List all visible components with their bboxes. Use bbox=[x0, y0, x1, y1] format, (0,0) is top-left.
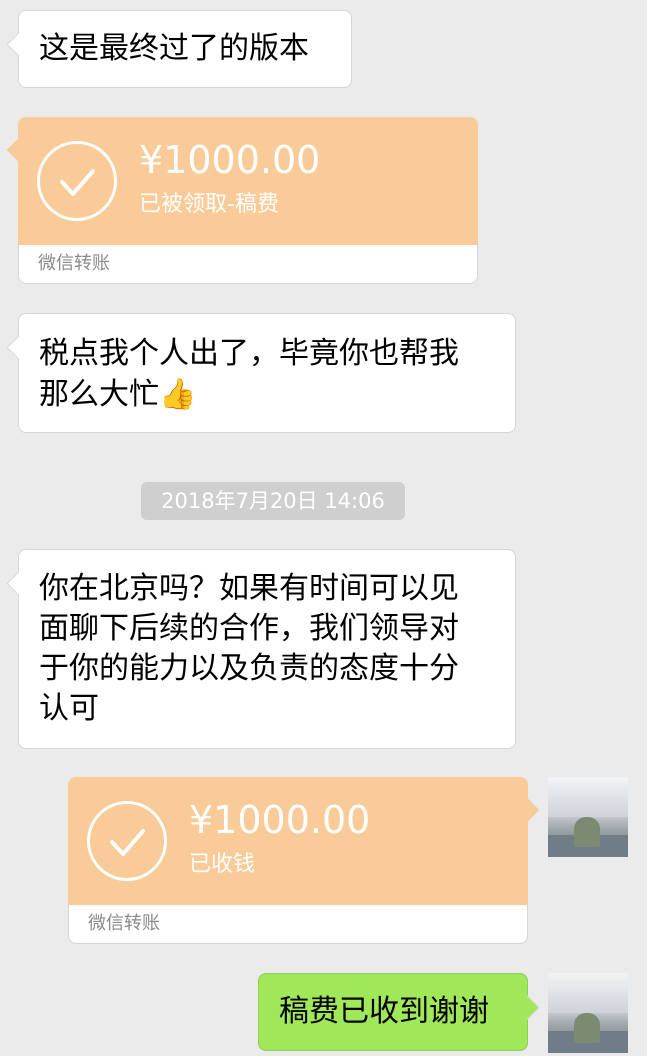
transfer-card[interactable]: ¥1000.00 已被领取-稿费 微信转账 bbox=[6, 117, 478, 284]
chat-area: 这是最终过了的版本 ¥1000.00 已被领取-稿费 微信转账 税点我个人出了，… bbox=[0, 0, 647, 1056]
received-message-bubble[interactable]: 你在北京吗？如果有时间可以见 面聊下后续的合作，我们领导对 于你的能力以及负责的… bbox=[18, 549, 516, 749]
sent-message-bubble[interactable]: 稿费已收到谢谢 bbox=[258, 973, 528, 1051]
transfer-card[interactable]: ¥1000.00 已收钱 微信转账 bbox=[68, 777, 540, 944]
transfer-amount: ¥1000.00 bbox=[189, 798, 371, 842]
transfer-footer: 微信转账 bbox=[68, 905, 528, 944]
message-text: 那么大忙 bbox=[39, 377, 159, 412]
message-line: 认可 bbox=[39, 691, 99, 726]
message-text: 这是最终过了的版本 bbox=[39, 31, 309, 66]
check-circle-icon bbox=[87, 801, 167, 881]
transfer-status: 已收钱 bbox=[189, 852, 256, 877]
thumbs-up-icon: 👍 bbox=[159, 377, 197, 412]
received-message-bubble[interactable]: 税点我个人出了，毕竟你也帮我 那么大忙👍 bbox=[18, 313, 516, 433]
transfer-card-header: ¥1000.00 已被领取-稿费 bbox=[18, 117, 478, 245]
transfer-status: 已被领取-稿费 bbox=[139, 192, 279, 217]
transfer-card-header: ¥1000.00 已收钱 bbox=[68, 777, 528, 905]
check-circle-icon bbox=[37, 141, 117, 221]
message-text: 稿费已收到谢谢 bbox=[279, 994, 489, 1029]
message-line: 于你的能力以及负责的态度十分 bbox=[39, 651, 459, 686]
transfer-footer: 微信转账 bbox=[18, 245, 478, 284]
message-line: 那么大忙👍 bbox=[39, 374, 495, 415]
transfer-amount: ¥1000.00 bbox=[139, 138, 321, 182]
message-line: 税点我个人出了，毕竟你也帮我 bbox=[39, 336, 459, 371]
timestamp: 2018年7月20日 14:06 bbox=[141, 482, 405, 520]
user-avatar[interactable] bbox=[548, 973, 628, 1053]
message-line: 你在北京吗？如果有时间可以见 bbox=[39, 571, 459, 606]
message-line: 面聊下后续的合作，我们领导对 bbox=[39, 611, 459, 646]
user-avatar[interactable] bbox=[548, 777, 628, 857]
received-message-bubble[interactable]: 这是最终过了的版本 bbox=[18, 10, 352, 88]
